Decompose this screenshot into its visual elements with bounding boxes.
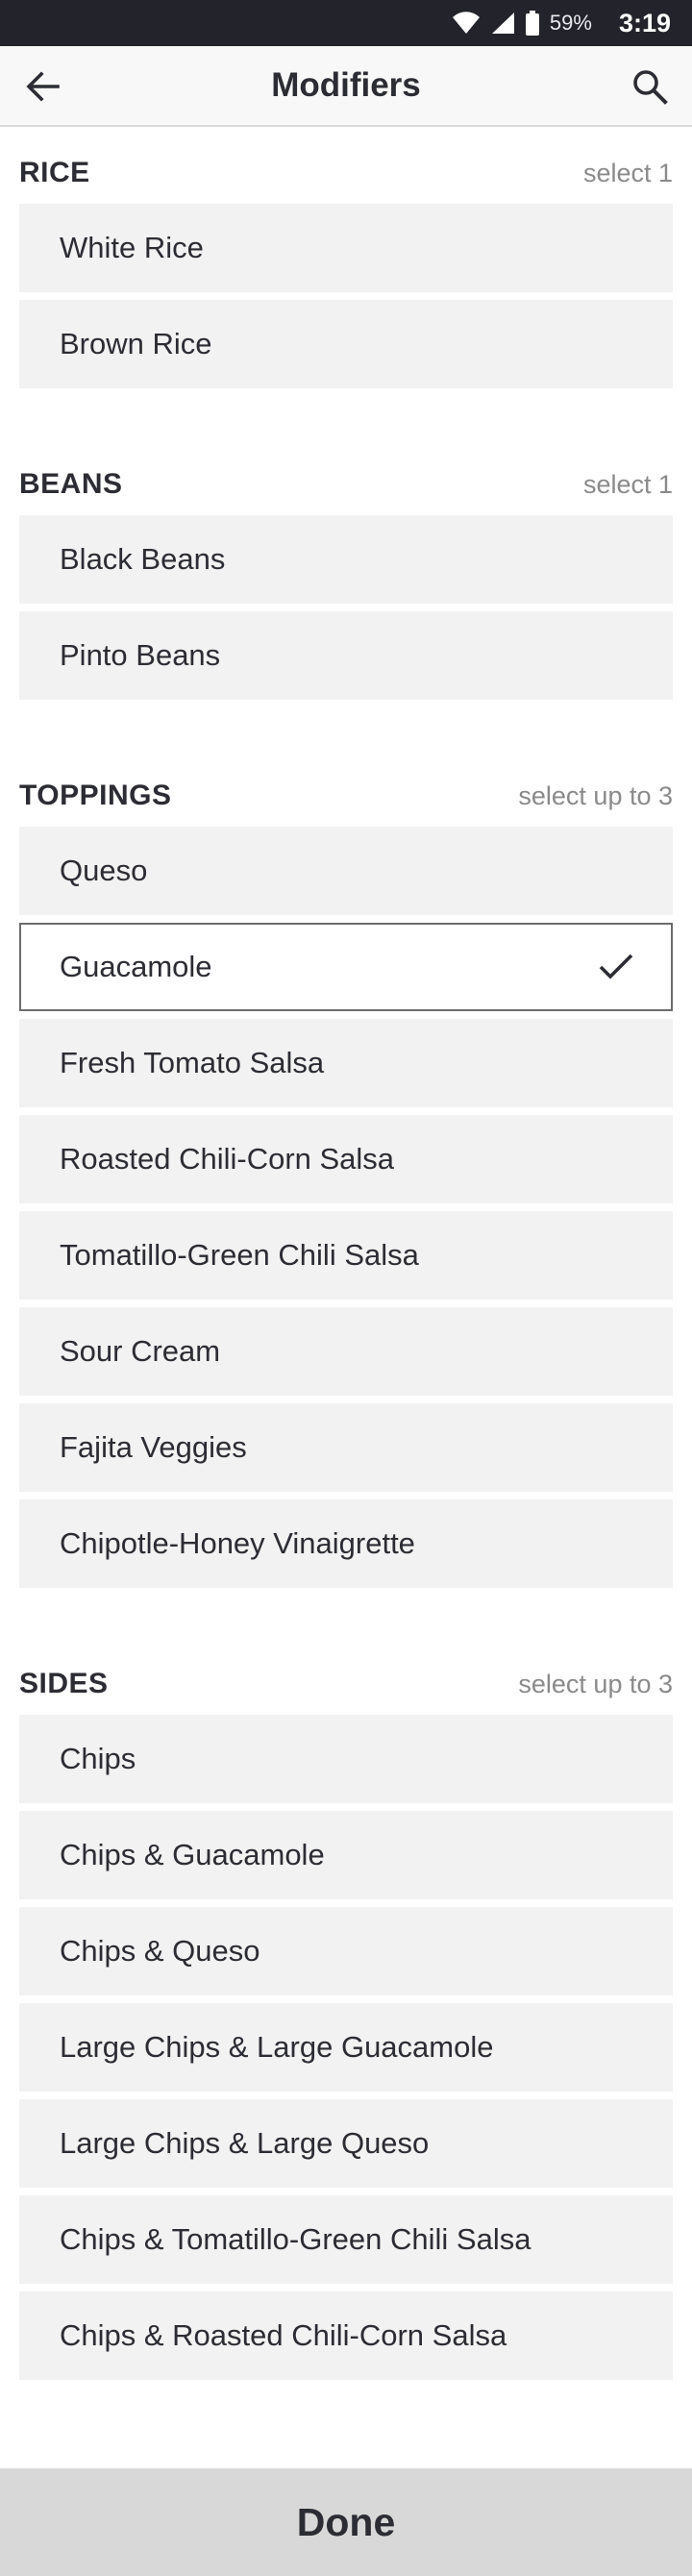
- option-label: Sour Cream: [60, 1334, 221, 1368]
- option-label: Chips & Roasted Chili-Corn Salsa: [60, 2318, 507, 2352]
- option-label: Chips & Tomatillo-Green Chili Salsa: [60, 2222, 531, 2256]
- arrow-left-icon: [26, 71, 60, 102]
- option-label: Pinto Beans: [60, 638, 221, 672]
- option-label: Brown Rice: [60, 327, 212, 360]
- section-toppings: TOPPINGS select up to 3 Queso Guacamole Fres…: [0, 750, 692, 1588]
- back-button[interactable]: [21, 65, 63, 108]
- option-item[interactable]: Fresh Tomato Salsa: [19, 1019, 673, 1107]
- modifier-list: RICE select 1 White Rice Brown Rice BEANS sel…: [0, 127, 692, 2388]
- option-item[interactable]: Guacamole: [19, 923, 673, 1011]
- page-title: Modifiers: [271, 66, 421, 104]
- option-item[interactable]: Tomatillo-Green Chili Salsa: [19, 1211, 673, 1300]
- clock: 3:19: [618, 8, 671, 37]
- option-item[interactable]: Chips & Guacamole: [19, 1811, 673, 1899]
- selection-rule: select up to 3: [518, 1669, 673, 1698]
- selection-rule: select up to 3: [518, 780, 673, 810]
- option-label: Guacamole: [60, 950, 212, 983]
- option-item[interactable]: Chipotle-Honey Vinaigrette: [19, 1499, 673, 1588]
- section-header: BEANS select 1: [19, 438, 673, 515]
- signal-icon: [490, 12, 515, 35]
- option-label: Chips & Queso: [60, 1934, 260, 1968]
- option-label: White Rice: [60, 231, 204, 264]
- option-item[interactable]: Queso: [19, 827, 673, 915]
- option-item[interactable]: Large Chips & Large Queso: [19, 2099, 673, 2188]
- search-button[interactable]: [629, 65, 671, 108]
- option-label: Chipotle-Honey Vinaigrette: [60, 1526, 415, 1560]
- option-item[interactable]: Pinto Beans: [19, 611, 673, 700]
- section-sides: SIDES select up to 3 Chips Chips & Guacamol…: [0, 1638, 692, 2380]
- section-header: SIDES select up to 3: [19, 1638, 673, 1715]
- option-item[interactable]: Sour Cream: [19, 1307, 673, 1396]
- option-item[interactable]: Chips & Queso: [19, 1907, 673, 1995]
- section-header: TOPPINGS select up to 3: [19, 750, 673, 827]
- option-item[interactable]: Brown Rice: [19, 300, 673, 388]
- option-label: Fresh Tomato Salsa: [60, 1046, 325, 1079]
- status-bar: 59% 3:19: [0, 0, 692, 46]
- option-item[interactable]: Fajita Veggies: [19, 1403, 673, 1492]
- option-item[interactable]: White Rice: [19, 204, 673, 292]
- checkmark-icon: [598, 953, 634, 981]
- option-item[interactable]: Black Beans: [19, 515, 673, 604]
- option-item[interactable]: Roasted Chili-Corn Salsa: [19, 1115, 673, 1203]
- selection-rule: select 1: [582, 158, 673, 187]
- section-title: TOPPINGS: [19, 780, 172, 811]
- option-label: Fajita Veggies: [60, 1430, 247, 1464]
- battery-icon: [525, 11, 540, 36]
- wifi-icon: [452, 12, 481, 35]
- option-label: Queso: [60, 854, 148, 887]
- option-item[interactable]: Chips: [19, 1715, 673, 1803]
- option-label: Black Beans: [60, 542, 226, 576]
- battery-percentage: 59%: [549, 11, 592, 35]
- option-label: Large Chips & Large Queso: [60, 2126, 430, 2160]
- option-item[interactable]: Chips & Tomatillo-Green Chili Salsa: [19, 2195, 673, 2284]
- option-label: Chips: [60, 1742, 136, 1775]
- option-label: Large Chips & Large Guacamole: [60, 2030, 494, 2064]
- app-bar: Modifiers: [0, 46, 692, 127]
- section-title: RICE: [19, 157, 90, 188]
- option-label: Tomatillo-Green Chili Salsa: [60, 1238, 419, 1272]
- section-beans: BEANS select 1 Black Beans Pinto Beans: [0, 438, 692, 700]
- section-title: BEANS: [19, 468, 123, 500]
- option-label: Roasted Chili-Corn Salsa: [60, 1142, 395, 1176]
- section-title: SIDES: [19, 1668, 109, 1699]
- selection-rule: select 1: [582, 469, 673, 499]
- done-button-label: Done: [296, 2499, 396, 2544]
- done-button[interactable]: Done: [0, 2468, 692, 2576]
- search-icon: [633, 70, 668, 105]
- option-item[interactable]: Chips & Roasted Chili-Corn Salsa: [19, 2291, 673, 2380]
- section-rice: RICE select 1 White Rice Brown Rice: [0, 127, 692, 388]
- section-header: RICE select 1: [19, 127, 673, 204]
- option-label: Chips & Guacamole: [60, 1838, 325, 1871]
- option-item[interactable]: Large Chips & Large Guacamole: [19, 2003, 673, 2092]
